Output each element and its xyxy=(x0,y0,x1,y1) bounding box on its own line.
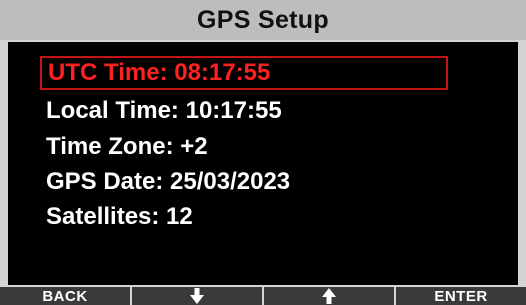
arrow-down-icon xyxy=(190,288,204,304)
menu-item-time-zone[interactable]: Time Zone: +2 xyxy=(40,130,208,164)
menu-item-satellites[interactable]: Satellites: 12 xyxy=(40,200,193,234)
up-softkey[interactable] xyxy=(264,287,394,305)
back-softkey-label: BACK xyxy=(42,287,88,305)
menu-panel: UTC Time: 08:17:55 Local Time: 10:17:55 … xyxy=(8,42,518,285)
down-softkey[interactable] xyxy=(132,287,262,305)
device-screen: GPS Setup UTC Time: 08:17:55 Local Time:… xyxy=(0,0,526,305)
menu-item-utc-time[interactable]: UTC Time: 08:17:55 xyxy=(40,56,448,90)
menu-item-local-time[interactable]: Local Time: 10:17:55 xyxy=(40,94,282,128)
arrow-up-icon xyxy=(322,288,336,304)
title-bar: GPS Setup xyxy=(0,0,526,40)
enter-softkey[interactable]: ENTER xyxy=(396,287,526,305)
softkey-bar: BACK ENTER xyxy=(0,287,526,305)
enter-softkey-label: ENTER xyxy=(434,287,488,305)
menu-item-gps-date[interactable]: GPS Date: 25/03/2023 xyxy=(40,165,290,199)
back-softkey[interactable]: BACK xyxy=(0,287,130,305)
page-title: GPS Setup xyxy=(197,5,329,34)
